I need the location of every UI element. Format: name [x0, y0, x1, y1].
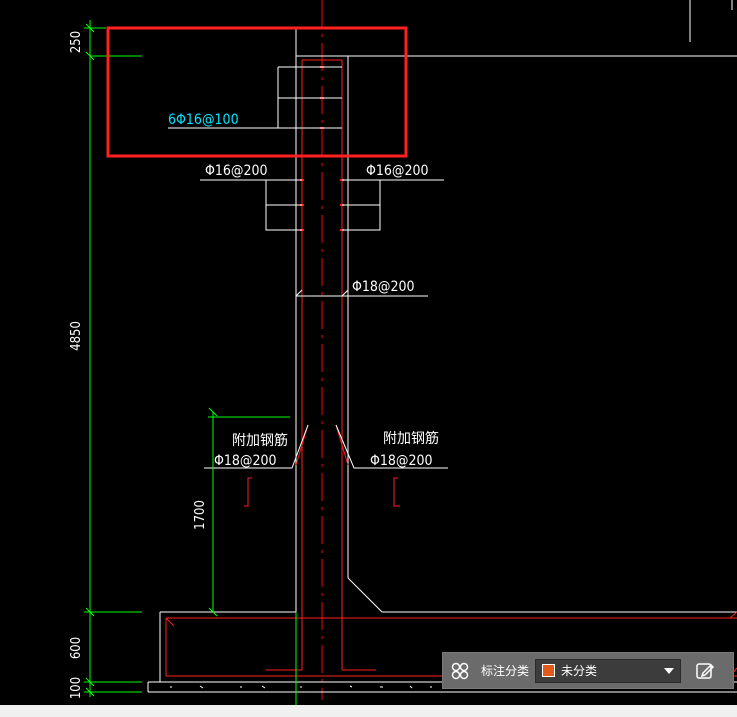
status-strip — [0, 705, 737, 717]
category-select[interactable]: 未分类 — [535, 658, 682, 683]
label-right-extra-spec[interactable]: Φ18@200 — [370, 453, 433, 469]
foundation-hatch — [170, 685, 432, 689]
chevron-down-icon — [664, 667, 675, 674]
label-top-rebar[interactable]: 6Φ16@100 — [168, 112, 239, 128]
label-right-mid-rebar[interactable]: Φ16@200 — [366, 163, 429, 179]
highlight-box — [106, 26, 408, 158]
dim-1700: 1700 — [193, 500, 208, 530]
label-right-extra-title[interactable]: 附加钢筋 — [383, 430, 439, 447]
dim-250: 250 — [69, 31, 84, 53]
category-label: 标注分类 — [481, 664, 530, 678]
annotation-toolbar: 标注分类 未分类 — [442, 652, 734, 689]
label-wall-vertical-rebar[interactable]: Φ18@200 — [352, 279, 415, 295]
label-left-extra-spec[interactable]: Φ18@200 — [214, 453, 277, 469]
grid-icon[interactable] — [443, 652, 477, 689]
category-color-swatch — [542, 664, 556, 677]
label-left-extra-title[interactable]: 附加钢筋 — [232, 432, 288, 449]
dim-100: 100 — [69, 677, 84, 699]
cad-drawing-canvas[interactable]: 250 4850 1700 600 100 6Φ16@100 Φ16@200 Φ… — [0, 0, 737, 717]
wall-outline — [147, 56, 737, 693]
edit-icon[interactable] — [691, 657, 719, 685]
dim-600: 600 — [69, 637, 84, 659]
label-left-mid-rebar[interactable]: Φ16@200 — [205, 163, 268, 179]
dim-4850: 4850 — [69, 321, 84, 351]
wall-rebar — [165, 59, 737, 677]
category-select-value: 未分类 — [561, 664, 598, 678]
